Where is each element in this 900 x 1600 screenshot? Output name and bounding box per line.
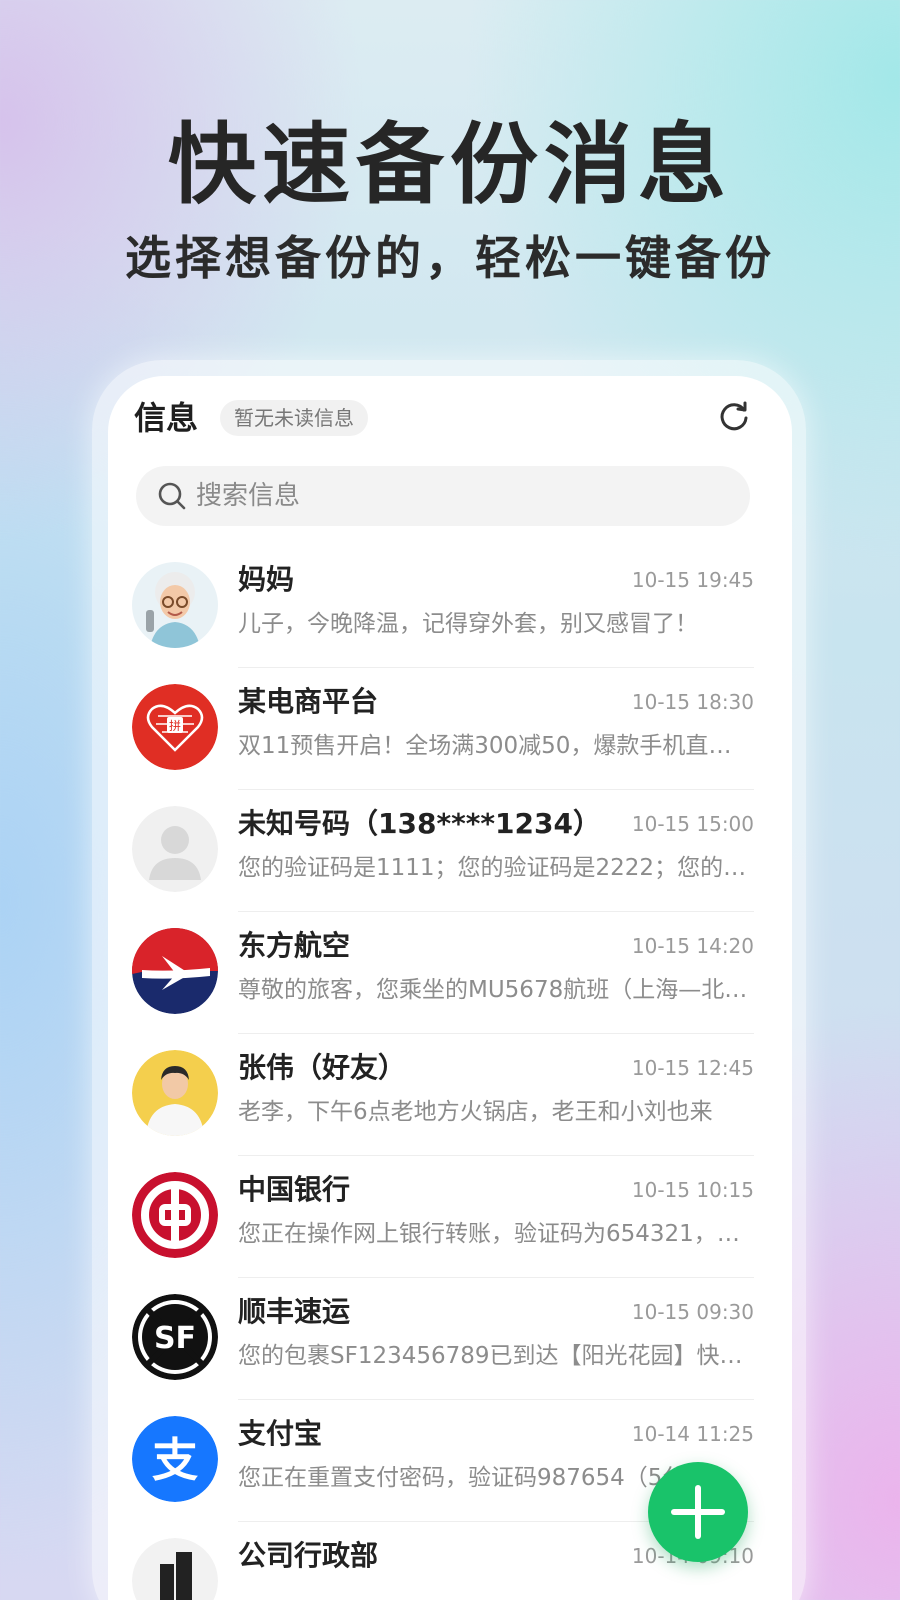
sender-name: 张伟（好友） (238, 1051, 407, 1084)
sender-name: 东方航空 (238, 929, 351, 962)
message-time: 10-15 18:30 (631, 690, 754, 714)
message-time: 10-15 15:00 (631, 812, 754, 836)
message-preview: 尊敬的旅客，您乘坐的MU5678航班（上海—北京）已开始值机 (238, 977, 754, 1003)
courier-logo: SF (132, 1294, 218, 1380)
message-time: 10-15 19:45 (631, 568, 754, 592)
refresh-icon[interactable] (716, 398, 752, 434)
hero-title: 快速备份消息 (167, 113, 732, 216)
office-building-avatar (132, 1538, 218, 1600)
messages-screen: 信息 暂无未读信息 搜索信息 妈妈 10-15 19:45 儿子，今晚降温，记得… (108, 376, 792, 1600)
man-avatar (132, 1050, 218, 1136)
svg-text:拼: 拼 (169, 719, 181, 733)
message-list: 妈妈 10-15 19:45 儿子，今晚降温，记得穿外套，别又感冒了！ 拼 某电… (108, 546, 792, 1600)
svg-text:支: 支 (152, 1433, 198, 1487)
default-person-avatar (132, 806, 218, 892)
sender-name: 中国银行 (238, 1173, 351, 1206)
message-item[interactable]: 中国银行 10-15 10:15 您正在操作网上银行转账，验证码为654321，… (108, 1156, 792, 1278)
bank-logo (132, 1172, 218, 1258)
message-item[interactable]: 东方航空 10-15 14:20 尊敬的旅客，您乘坐的MU5678航班（上海—北… (108, 912, 792, 1034)
sender-name: 支付宝 (238, 1417, 323, 1450)
sender-name: 顺丰速运 (238, 1295, 351, 1328)
message-preview: 儿子，今晚降温，记得穿外套，别又感冒了！ (238, 611, 698, 637)
search-icon (156, 480, 188, 512)
search-input[interactable]: 搜索信息 (136, 466, 750, 526)
message-item[interactable]: 拼 某电商平台 10-15 18:30 双11预售开启！全场满300减50，爆款… (108, 668, 792, 790)
alipay-logo: 支 (132, 1416, 218, 1502)
plus-icon (671, 1485, 725, 1539)
hero-subtitle: 选择想备份的，轻松一键备份 (125, 231, 775, 285)
top-bar: 信息 暂无未读信息 (108, 376, 792, 456)
message-item[interactable]: 未知号码（138****1234） 10-15 15:00 您的验证码是1111… (108, 790, 792, 912)
unread-status-badge: 暂无未读信息 (220, 400, 368, 436)
message-time: 10-15 14:20 (631, 934, 754, 958)
message-preview: 双11预售开启！全场满300减50，爆款手机直降500元 (238, 733, 754, 759)
new-message-button[interactable] (648, 1462, 748, 1562)
message-preview: 老李，下午6点老地方火锅店，老王和小刘也来 (238, 1099, 713, 1125)
message-preview: 您正在操作网上银行转账，验证码为654321，请勿泄露 (238, 1221, 754, 1247)
message-time: 10-15 12:45 (631, 1056, 754, 1080)
grandma-avatar (132, 562, 218, 648)
svg-text:SF: SF (154, 1321, 196, 1356)
message-preview: 您的包裹SF123456789已到达【阳光花园】快递柜，请及时取件 (238, 1343, 754, 1369)
sender-name: 妈妈 (238, 563, 295, 596)
message-time: 10-15 09:30 (631, 1300, 754, 1324)
message-preview: 您的验证码是1111；您的验证码是2222；您的验证码是3333 (238, 855, 754, 881)
message-item[interactable]: SF 顺丰速运 10-15 09:30 您的包裹SF123456789已到达【阳… (108, 1278, 792, 1400)
message-item[interactable]: 妈妈 10-15 19:45 儿子，今晚降温，记得穿外套，别又感冒了！ (108, 546, 792, 668)
sender-name: 公司行政部 (238, 1539, 379, 1572)
sender-name: 未知号码（138****1234） (238, 807, 601, 840)
page-title: 信息 (134, 399, 199, 437)
sender-name: 某电商平台 (238, 685, 379, 718)
search-placeholder: 搜索信息 (196, 481, 301, 511)
message-time: 10-15 10:15 (631, 1178, 754, 1202)
message-item[interactable]: 张伟（好友） 10-15 12:45 老李，下午6点老地方火锅店，老王和小刘也来 (108, 1034, 792, 1156)
message-time: 10-14 11:25 (631, 1422, 754, 1446)
shop-logo: 拼 (132, 684, 218, 770)
airline-logo (132, 928, 218, 1014)
